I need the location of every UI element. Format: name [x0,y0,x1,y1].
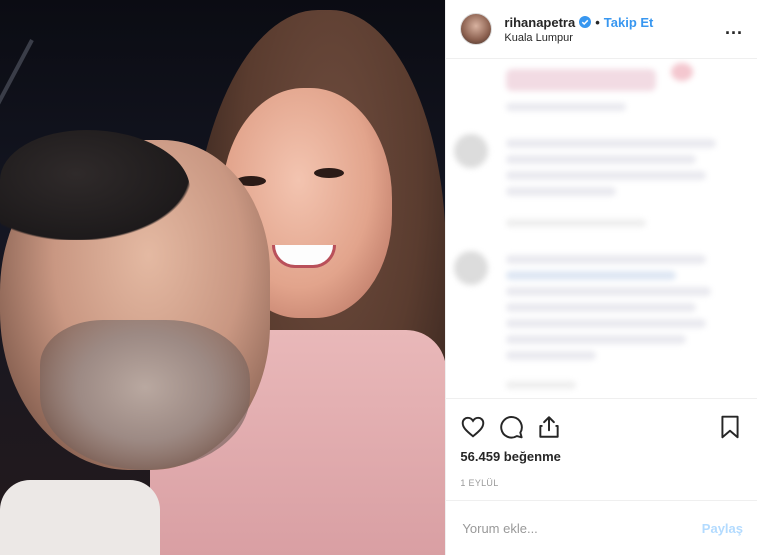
likes-count[interactable]: 56.459 beğenme [460,449,743,464]
photo-eye-right [314,168,344,178]
blurred-comment-block [506,287,712,296]
heart-icon[interactable] [460,414,486,440]
more-options-icon[interactable]: ... [725,18,743,39]
blurred-comment-block [506,155,697,164]
verified-badge-icon [579,16,592,28]
post-photo[interactable] [0,0,446,555]
blurred-comment-block [506,271,677,280]
username-link[interactable]: rihanapetra [504,15,575,30]
header-username-row: rihanapetra • Takip Et [504,15,653,30]
add-comment-bar: Paylaş [446,500,757,555]
post-side-panel: rihanapetra • Takip Et Kuala Lumpur ... [445,0,757,555]
blurred-comment-block [506,69,657,91]
blurred-comment-block [506,335,687,344]
post-actions: 56.459 beğenme 1 EYLÜL [446,398,757,488]
comments-list-blurred[interactable] [446,59,757,398]
blurred-comment-block [506,351,597,360]
blurred-comment-block [671,63,694,81]
header-separator: • [595,14,600,30]
location-link[interactable]: Kuala Lumpur [504,32,653,44]
header-text: rihanapetra • Takip Et Kuala Lumpur [504,15,653,44]
bookmark-icon[interactable] [717,414,743,440]
photo-man-beard [40,320,250,470]
blurred-comment-avatar [454,251,489,285]
blurred-comment-block [506,255,707,264]
blurred-comment-block [506,381,577,389]
blurred-comment-block [506,303,697,312]
comment-input[interactable] [460,519,702,537]
avatar[interactable] [460,13,493,45]
blurred-comment-block [506,219,647,227]
post-date[interactable]: 1 EYLÜL [460,478,743,488]
blurred-comment-block [506,171,707,180]
action-icons-row [460,407,743,447]
share-icon[interactable] [536,414,562,440]
blurred-comment-block [506,319,707,328]
instagram-post: rihanapetra • Takip Et Kuala Lumpur ... [0,0,757,555]
blurred-comment-block [506,187,617,196]
comment-bubble-icon[interactable] [498,414,524,440]
follow-button[interactable]: Takip Et [604,15,654,30]
photo-shirt [0,480,160,555]
post-comment-button[interactable]: Paylaş [702,521,743,536]
blurred-comment-block [506,103,627,111]
blurred-comment-block [506,139,717,148]
blurred-comment-avatar [454,134,489,168]
post-header: rihanapetra • Takip Et Kuala Lumpur ... [446,0,757,59]
